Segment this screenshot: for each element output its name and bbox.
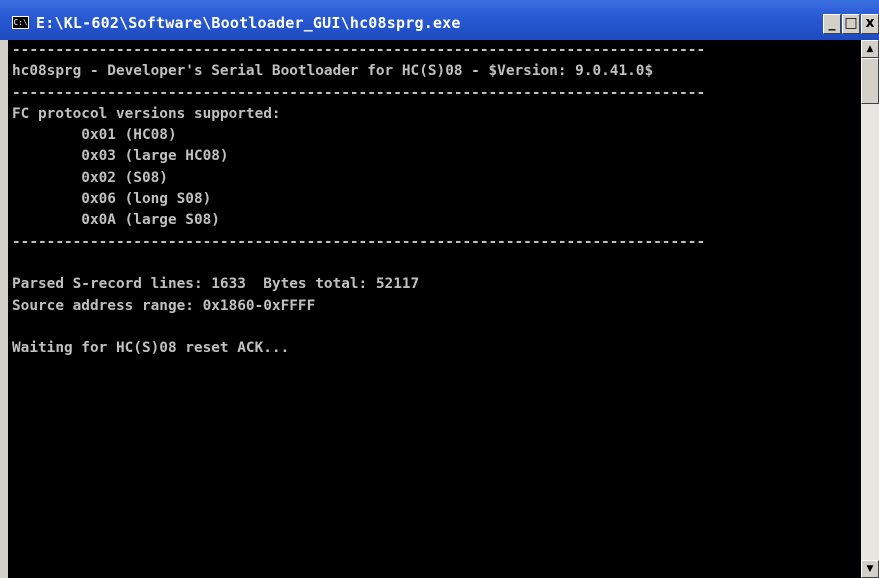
title-bar[interactable]: C:\ E:\KL-602\Software\Bootloader_GUI\hc… — [0, 0, 879, 40]
close-button[interactable]: x — [861, 14, 879, 34]
maximize-button[interactable]: □ — [842, 14, 860, 34]
console-protocol-item: 0x03 (large HC08) — [12, 148, 229, 165]
console-separator-line: ----------------------------------------… — [12, 84, 706, 101]
console-protocol-item: 0x02 (S08) — [12, 169, 168, 186]
console-protocol-item: 0x06 (long S08) — [12, 191, 212, 208]
scroll-down-arrow-icon[interactable]: ▼ — [861, 560, 879, 578]
console-window: C:\ E:\KL-602\Software\Bootloader_GUI\hc… — [0, 0, 879, 578]
console-separator-line: ----------------------------------------… — [12, 42, 706, 58]
window-title: E:\KL-602\Software\Bootloader_GUI\hc08sp… — [36, 14, 461, 32]
console-address-range: Source address range: 0x1860-0xFFFF — [12, 297, 316, 314]
console-icon[interactable]: C:\ — [12, 16, 29, 29]
vertical-scrollbar[interactable]: ▲ ▼ — [861, 40, 879, 578]
scroll-up-arrow-icon[interactable]: ▲ — [861, 40, 879, 58]
minimize-button[interactable]: _ — [823, 14, 841, 34]
console-output[interactable]: ----------------------------------------… — [8, 40, 861, 578]
console-protocol-item: 0x01 (HC08) — [12, 127, 177, 144]
console-protocol-heading: FC protocol versions supported: — [12, 105, 281, 122]
scroll-thumb[interactable] — [861, 58, 879, 104]
console-status-line: Waiting for HC(S)08 reset ACK... — [12, 340, 290, 357]
console-separator-line: ----------------------------------------… — [12, 233, 706, 250]
console-protocol-item: 0x0A (large S08) — [12, 212, 220, 229]
console-parsed-info: Parsed S-record lines: 1633 Bytes total:… — [12, 276, 420, 293]
console-header-line: hc08sprg - Developer's Serial Bootloader… — [12, 63, 654, 80]
